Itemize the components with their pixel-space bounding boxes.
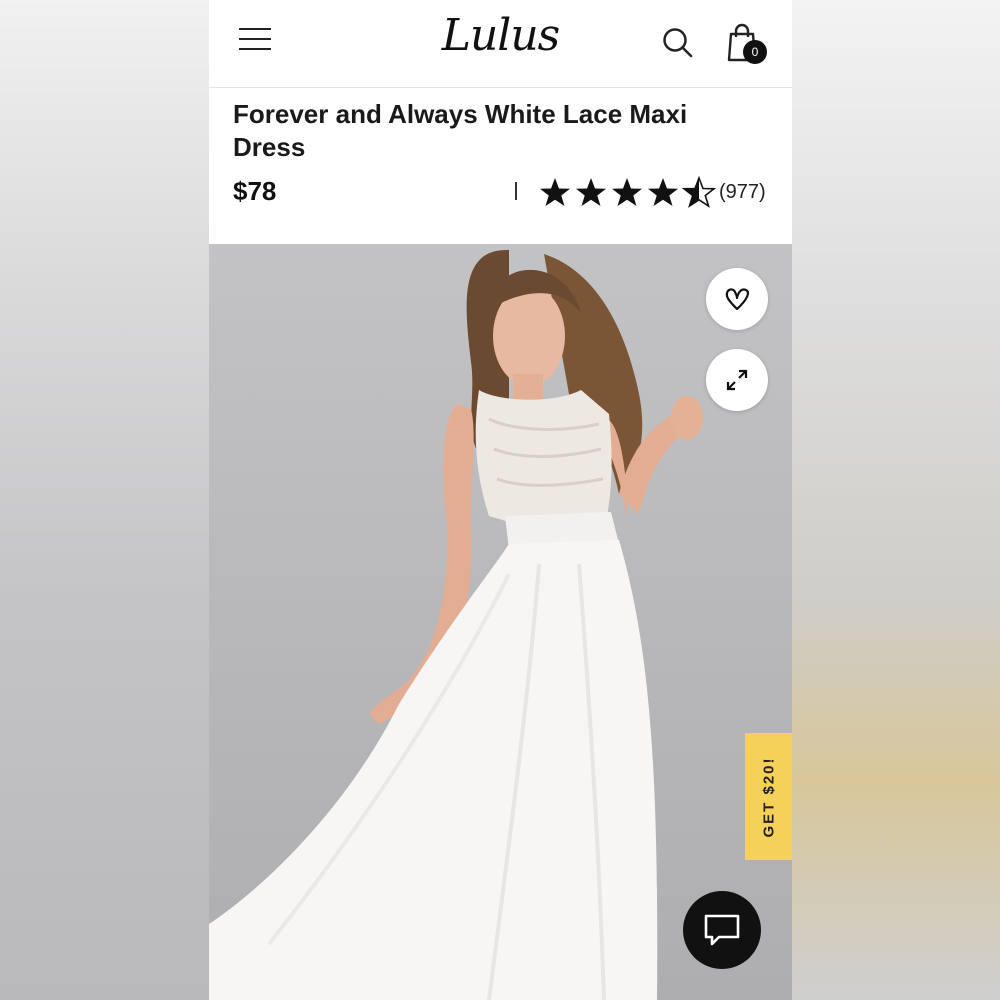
- star-full-icon: [540, 178, 570, 206]
- review-count[interactable]: (977): [719, 181, 766, 204]
- product-photo[interactable]: GET $20!: [209, 244, 792, 1000]
- background-right: [792, 0, 1000, 1000]
- favorite-button[interactable]: [706, 268, 768, 330]
- rating-divider: [515, 182, 517, 200]
- star-rating[interactable]: [537, 176, 717, 208]
- promo-tab[interactable]: GET $20!: [745, 733, 792, 860]
- product-title: Forever and Always White Lace Maxi Dress: [233, 99, 688, 162]
- model-dress-illustration: [209, 249, 703, 1000]
- mobile-screen: Lulus 0 Forever and Always White Lace Ma…: [209, 0, 792, 1000]
- cart-count-badge: 0: [743, 40, 767, 64]
- star-full-icon: [612, 178, 642, 206]
- promo-label: GET $20!: [760, 755, 777, 838]
- top-navigation-bar: Lulus 0: [209, 0, 792, 88]
- site-logo[interactable]: Lulus: [209, 10, 792, 61]
- expand-image-button[interactable]: [706, 349, 768, 411]
- chat-bubble-icon: [704, 914, 740, 946]
- star-full-icon: [576, 178, 606, 206]
- star-half-icon: [681, 176, 717, 208]
- search-icon[interactable]: [661, 26, 695, 60]
- product-price: $78: [233, 176, 277, 206]
- chat-button[interactable]: [683, 891, 761, 969]
- background-left: [0, 0, 209, 1000]
- heart-icon: [725, 288, 749, 311]
- expand-arrows-icon: [726, 369, 748, 391]
- star-full-icon: [648, 178, 678, 206]
